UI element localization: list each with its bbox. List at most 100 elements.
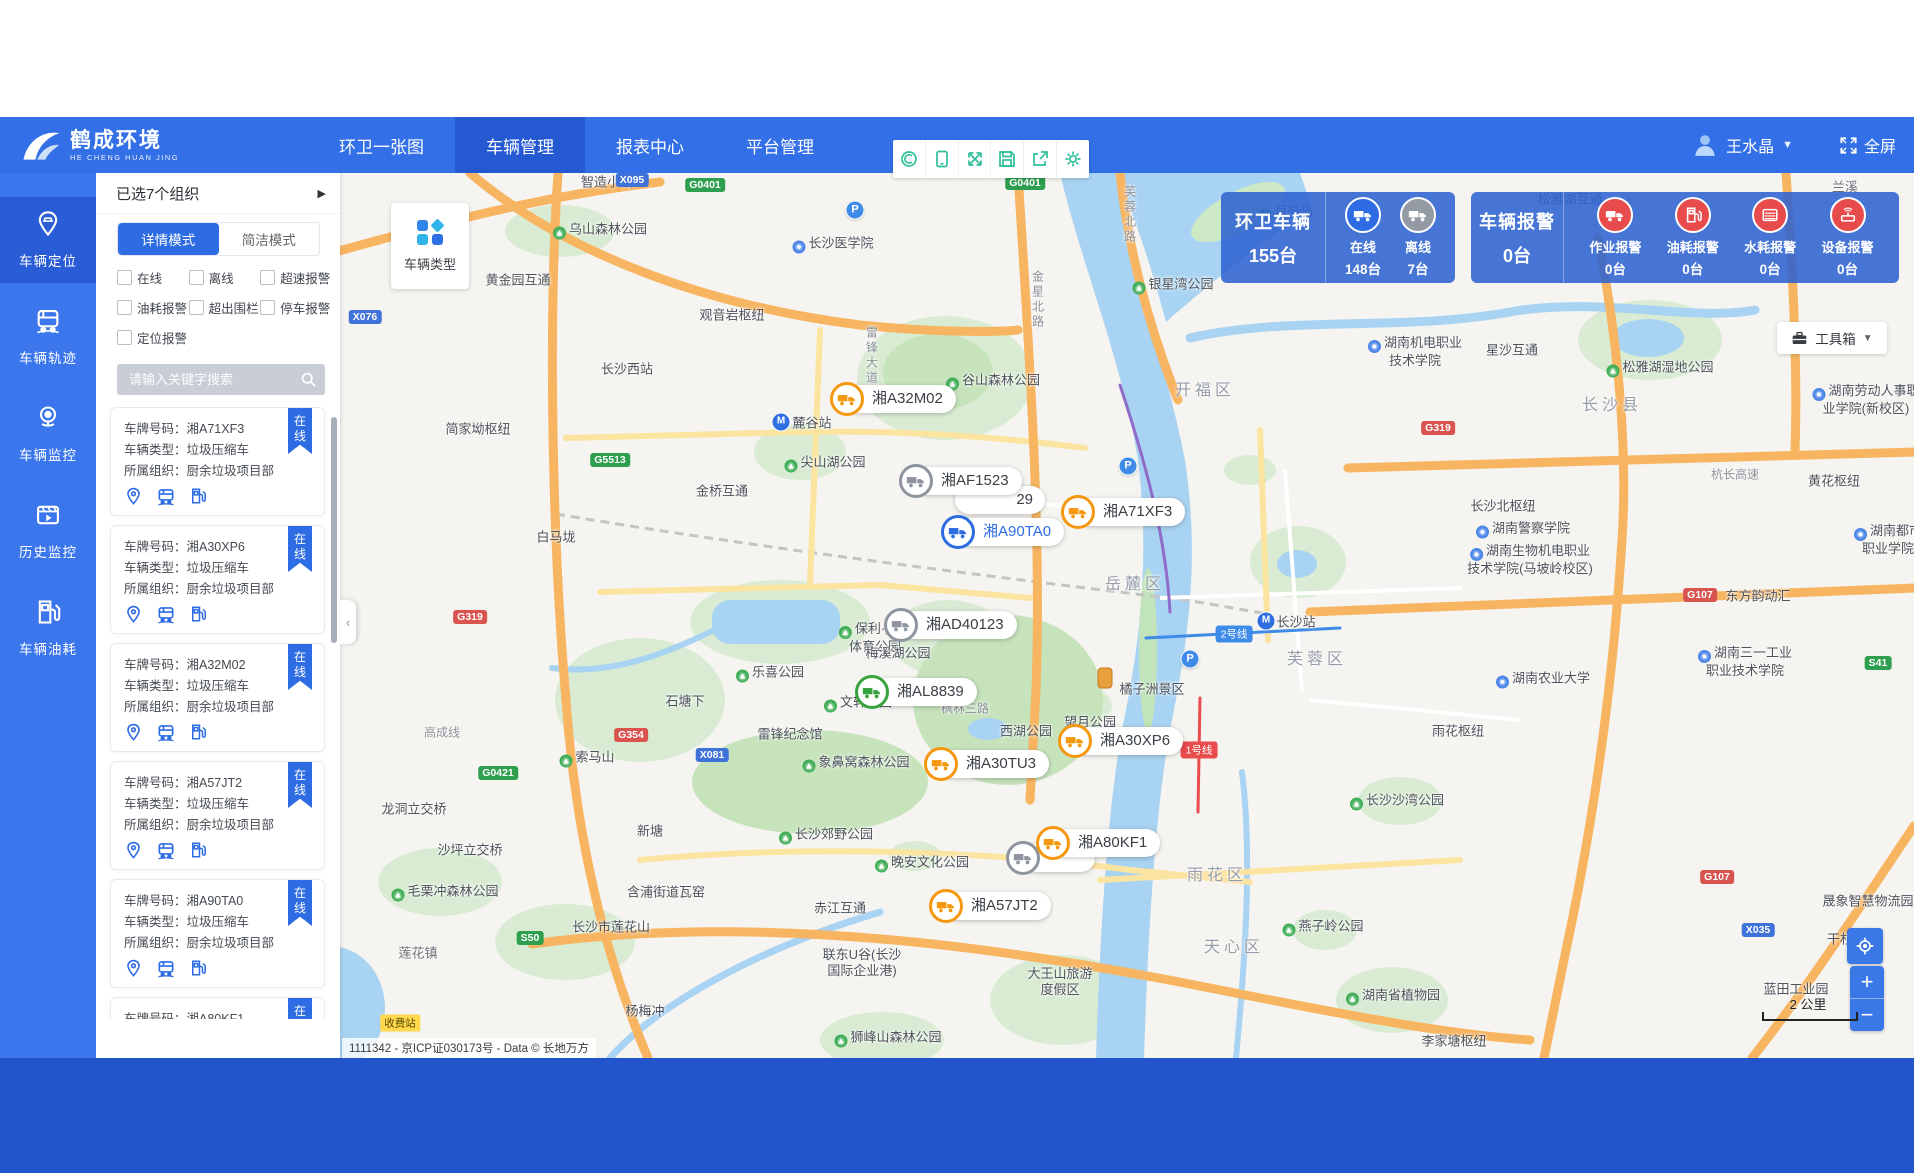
search-icon[interactable] xyxy=(300,371,317,388)
map-label: ▲乐喜公园 xyxy=(736,662,804,683)
fleet-title: 环卫车辆 xyxy=(1235,208,1311,234)
filter-超速报警[interactable]: 超速报警 xyxy=(260,268,334,287)
map-label: 金星北路 xyxy=(1030,270,1047,330)
map-label: 芙蓉区 xyxy=(1287,645,1347,669)
tab-详情模式[interactable]: 详情模式 xyxy=(118,223,219,255)
vehicle-card[interactable]: 车牌号码：湘A30XP6车辆类型：垃圾压缩车所属组织：厨余垃圾项目部在线 xyxy=(110,525,325,634)
device-icon xyxy=(1830,197,1866,233)
sidebar-item-label: 车辆油耗 xyxy=(19,638,77,658)
vehicle-card[interactable]: 车牌号码：湘A32M02车辆类型：垃圾压缩车所属组织：厨余垃圾项目部在线 xyxy=(110,643,325,752)
vehicle-card[interactable]: 车牌号码：湘A90TA0车辆类型：垃圾压缩车所属组织：厨余垃圾项目部在线 xyxy=(110,879,325,988)
toolbox-button[interactable]: 工具箱 ▼ xyxy=(1777,322,1887,354)
checkbox[interactable] xyxy=(260,270,275,285)
track-icon[interactable] xyxy=(156,723,176,743)
map-label: ▲乌山森林公园 xyxy=(553,219,647,240)
filter-停车报警[interactable]: 停车报警 xyxy=(260,298,334,317)
map-label: 开福区 xyxy=(1175,376,1235,400)
alarm-stat-设备报警: 设备报警0台 xyxy=(1822,197,1874,278)
tab-简洁模式[interactable]: 简洁模式 xyxy=(219,223,320,255)
vehicle-field: 车辆类型：垃圾压缩车 xyxy=(124,676,312,697)
map-label: ●长沙医学院 xyxy=(792,233,873,254)
park-icon: ▲ xyxy=(1132,282,1145,295)
crane-logo-icon xyxy=(18,123,62,167)
settings-icon[interactable] xyxy=(1057,140,1089,178)
pin-icon[interactable] xyxy=(124,841,143,861)
nav-item-车辆管理[interactable]: 车辆管理 xyxy=(455,117,585,173)
fuel-icon[interactable] xyxy=(189,605,207,625)
vehicle-card[interactable]: 车牌号码：湘A80KF1车辆类型：垃圾压缩车所属组织：厨余垃圾项目部在线 xyxy=(110,997,325,1019)
pin-icon[interactable] xyxy=(124,959,143,979)
checkbox[interactable] xyxy=(117,270,132,285)
filter-超出围栏[interactable]: 超出围栏 xyxy=(189,298,261,317)
sidebar-item-车辆定位[interactable]: 车辆定位 xyxy=(0,197,96,283)
checkbox[interactable] xyxy=(189,300,204,315)
panel-scrollbar[interactable] xyxy=(331,417,337,643)
sidebar-item-label: 历史监控 xyxy=(19,541,77,561)
filter-在线[interactable]: 在线 xyxy=(117,268,189,287)
road-shield: G0421 xyxy=(478,766,518,780)
pin-icon[interactable] xyxy=(124,487,143,507)
map-label: 观音岩枢纽 xyxy=(699,305,764,324)
truck-icon xyxy=(830,382,864,416)
org-selector[interactable]: 已选7个组织 ▶ xyxy=(96,173,340,214)
track-icon[interactable] xyxy=(156,487,176,507)
checkbox[interactable] xyxy=(189,270,204,285)
checkbox[interactable] xyxy=(260,300,275,315)
alarm-label: 作业报警 xyxy=(1589,237,1641,256)
zoom-in-button[interactable]: + xyxy=(1850,966,1884,999)
brand-title: 鹤成环境 xyxy=(70,129,179,153)
video-icon xyxy=(34,501,62,534)
track-icon[interactable] xyxy=(156,959,176,979)
vehicle-type-button[interactable]: 车辆类型 xyxy=(391,203,469,289)
sidebar-item-车辆轨迹[interactable]: 车辆轨迹 xyxy=(0,294,96,380)
fuel-icon[interactable] xyxy=(189,959,207,979)
map-label: 杭长高速 xyxy=(1711,466,1759,483)
filter-离线[interactable]: 离线 xyxy=(189,268,261,287)
locate-button[interactable] xyxy=(1847,928,1883,964)
expand-icon[interactable] xyxy=(959,140,992,178)
filter-油耗报警[interactable]: 油耗报警 xyxy=(117,298,189,317)
vehicle-card[interactable]: 车牌号码：湘A71XF3车辆类型：垃圾压缩车所属组织：厨余垃圾项目部在线 xyxy=(110,407,325,516)
filter-label: 超出围栏 xyxy=(209,298,259,317)
nav-item-平台管理[interactable]: 平台管理 xyxy=(715,117,845,173)
vehicle-actions xyxy=(124,723,312,743)
fuel-icon[interactable] xyxy=(189,487,207,507)
track-icon[interactable] xyxy=(156,605,176,625)
chevron-down-icon: ▼ xyxy=(1863,333,1873,344)
school-icon: ● xyxy=(1368,340,1381,353)
alarm-label: 水耗报警 xyxy=(1744,237,1796,256)
vehicle-card[interactable]: 车牌号码：湘A57JT2车辆类型：垃圾压缩车所属组织：厨余垃圾项目部在线 xyxy=(110,761,325,870)
search-input[interactable] xyxy=(117,364,325,395)
fuel-icon[interactable] xyxy=(189,723,207,743)
offline-stat: 离线 7台 xyxy=(1400,197,1436,278)
avatar-icon xyxy=(1692,132,1718,158)
map-canvas[interactable]: 智造小镇▲乌山森林公园●长沙医学院黄金园互通▲月亮岛▲银星湾公园观音岩枢纽长沙西… xyxy=(96,173,1914,1058)
filter-label: 在线 xyxy=(137,268,162,287)
vehicle-field: 车牌号码：湘A80KF1 xyxy=(124,1009,312,1019)
map-label: 石塘下 xyxy=(665,691,704,710)
sidebar-item-车辆监控[interactable]: 车辆监控 xyxy=(0,391,96,477)
map-label: 高成线 xyxy=(424,724,460,741)
nav-item-环卫一张图[interactable]: 环卫一张图 xyxy=(308,117,455,173)
sidebar-item-历史监控[interactable]: 历史监控 xyxy=(0,488,96,574)
track-icon[interactable] xyxy=(156,841,176,861)
pin-icon[interactable] xyxy=(124,723,143,743)
map-label: ▲毛栗冲森林公园 xyxy=(391,881,498,902)
sidebar-item-车辆油耗[interactable]: 车辆油耗 xyxy=(0,585,96,671)
compass-icon[interactable] xyxy=(893,140,926,178)
user-menu[interactable]: 王水晶 ▼ xyxy=(1692,132,1793,158)
save-icon[interactable] xyxy=(991,140,1024,178)
checkbox[interactable] xyxy=(117,330,132,345)
tablet-icon[interactable] xyxy=(926,140,959,178)
nav-item-报表中心[interactable]: 报表中心 xyxy=(585,117,715,173)
filter-定位报警[interactable]: 定位报警 xyxy=(117,328,189,347)
school-icon: ● xyxy=(792,241,805,254)
fuel-icon[interactable] xyxy=(189,841,207,861)
fullscreen-button[interactable]: 全屏 xyxy=(1839,133,1896,157)
checkbox[interactable] xyxy=(117,300,132,315)
mode-tabs: 详情模式简洁模式 xyxy=(117,222,320,256)
pin-icon[interactable] xyxy=(124,605,143,625)
offline-count: 7台 xyxy=(1407,258,1428,278)
panel-collapse-button[interactable]: ‹ xyxy=(340,600,356,644)
share-icon[interactable] xyxy=(1024,140,1057,178)
